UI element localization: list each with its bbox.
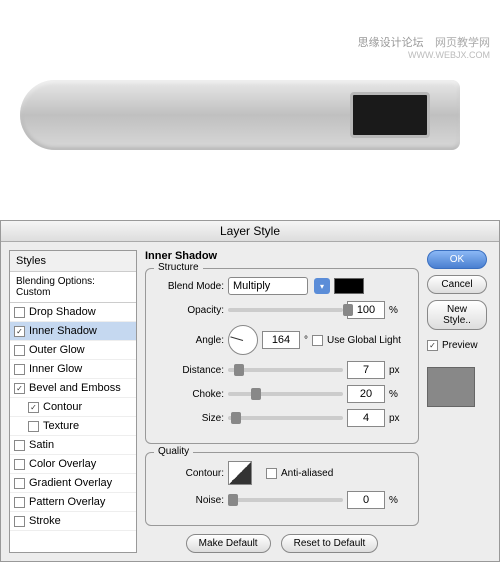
size-slider[interactable] <box>228 416 343 420</box>
style-label: Outer Glow <box>29 344 85 356</box>
global-light-checkbox[interactable] <box>312 335 323 346</box>
opacity-slider[interactable] <box>228 308 343 312</box>
style-item-texture[interactable]: Texture <box>10 417 136 436</box>
choke-input[interactable] <box>347 385 385 403</box>
ok-button[interactable]: OK <box>427 250 487 269</box>
noise-slider[interactable] <box>228 498 343 502</box>
style-checkbox[interactable] <box>14 459 25 470</box>
style-label: Drop Shadow <box>29 306 96 318</box>
style-item-outer-glow[interactable]: Outer Glow <box>10 341 136 360</box>
style-checkbox[interactable] <box>14 326 25 337</box>
style-item-bevel-and-emboss[interactable]: Bevel and Emboss <box>10 379 136 398</box>
style-item-stroke[interactable]: Stroke <box>10 512 136 531</box>
angle-input[interactable] <box>262 331 300 349</box>
style-label: Texture <box>43 420 79 432</box>
global-light-label: Use Global Light <box>327 335 401 346</box>
style-checkbox[interactable] <box>14 478 25 489</box>
contour-label: Contour: <box>154 468 224 479</box>
blending-options[interactable]: Blending Options: Custom <box>10 272 136 303</box>
dialog-body: Styles Blending Options: Custom Drop Sha… <box>1 242 499 561</box>
anti-aliased-checkbox[interactable] <box>266 468 277 479</box>
style-checkbox[interactable] <box>14 497 25 508</box>
style-checkbox[interactable] <box>28 402 39 413</box>
noise-input[interactable] <box>347 491 385 509</box>
style-label: Color Overlay <box>29 458 96 470</box>
noise-label: Noise: <box>154 495 224 506</box>
distance-input[interactable] <box>347 361 385 379</box>
angle-label: Angle: <box>154 335 224 346</box>
style-label: Inner Shadow <box>29 325 97 337</box>
style-label: Satin <box>29 439 54 451</box>
new-style-button[interactable]: New Style.. <box>427 300 487 330</box>
preview-checkbox[interactable] <box>427 340 438 351</box>
style-item-color-overlay[interactable]: Color Overlay <box>10 455 136 474</box>
distance-slider[interactable] <box>228 368 343 372</box>
make-default-button[interactable]: Make Default <box>186 534 271 553</box>
preview-label: Preview <box>442 340 478 351</box>
blend-mode-label: Blend Mode: <box>154 281 224 292</box>
main-panel: Inner Shadow Structure Blend Mode: Multi… <box>145 250 419 553</box>
reset-default-button[interactable]: Reset to Default <box>281 534 379 553</box>
select-arrow-icon[interactable]: ▾ <box>314 278 330 294</box>
styles-header[interactable]: Styles <box>10 251 136 272</box>
style-checkbox[interactable] <box>28 421 39 432</box>
size-unit: px <box>389 413 400 424</box>
anti-aliased-label: Anti-aliased <box>281 468 333 479</box>
dialog-title: Layer Style <box>1 221 499 242</box>
style-label: Inner Glow <box>29 363 82 375</box>
style-label: Gradient Overlay <box>29 477 112 489</box>
preview-swatch <box>427 367 475 407</box>
distance-unit: px <box>389 365 400 376</box>
style-item-satin[interactable]: Satin <box>10 436 136 455</box>
choke-slider[interactable] <box>228 392 343 396</box>
noise-unit: % <box>389 495 398 506</box>
structure-fieldset: Structure Blend Mode: Multiply ▾ Opacity… <box>145 268 419 444</box>
opacity-unit: % <box>389 305 398 316</box>
blend-mode-select[interactable]: Multiply <box>228 277 308 295</box>
style-checkbox[interactable] <box>14 383 25 394</box>
style-checkbox[interactable] <box>14 516 25 527</box>
styles-panel: Styles Blending Options: Custom Drop Sha… <box>9 250 137 553</box>
choke-unit: % <box>389 389 398 400</box>
style-item-pattern-overlay[interactable]: Pattern Overlay <box>10 493 136 512</box>
size-label: Size: <box>154 413 224 424</box>
right-panel: OK Cancel New Style.. Preview <box>427 250 491 553</box>
style-label: Contour <box>43 401 82 413</box>
style-item-inner-shadow[interactable]: Inner Shadow <box>10 322 136 341</box>
distance-label: Distance: <box>154 365 224 376</box>
style-item-gradient-overlay[interactable]: Gradient Overlay <box>10 474 136 493</box>
style-label: Stroke <box>29 515 61 527</box>
style-label: Pattern Overlay <box>29 496 105 508</box>
cancel-button[interactable]: Cancel <box>427 275 487 294</box>
size-input[interactable] <box>347 409 385 427</box>
style-item-inner-glow[interactable]: Inner Glow <box>10 360 136 379</box>
opacity-label: Opacity: <box>154 305 224 316</box>
style-item-drop-shadow[interactable]: Drop Shadow <box>10 303 136 322</box>
style-item-contour[interactable]: Contour <box>10 398 136 417</box>
style-checkbox[interactable] <box>14 440 25 451</box>
structure-label: Structure <box>154 262 203 273</box>
style-checkbox[interactable] <box>14 345 25 356</box>
layer-style-dialog: Layer Style Styles Blending Options: Cus… <box>0 220 500 562</box>
quality-label: Quality <box>154 446 193 457</box>
shadow-color-swatch[interactable] <box>334 278 364 294</box>
inner-shadow-title: Inner Shadow <box>145 250 419 262</box>
quality-fieldset: Quality Contour: Anti-aliased Noise: % <box>145 452 419 526</box>
angle-unit: ° <box>304 335 308 346</box>
contour-swatch[interactable] <box>228 461 252 485</box>
metal-screen <box>350 92 430 138</box>
metal-bracket <box>20 80 460 150</box>
style-checkbox[interactable] <box>14 364 25 375</box>
choke-label: Choke: <box>154 389 224 400</box>
style-label: Bevel and Emboss <box>29 382 121 394</box>
product-image <box>10 30 490 190</box>
angle-dial[interactable] <box>228 325 258 355</box>
style-checkbox[interactable] <box>14 307 25 318</box>
